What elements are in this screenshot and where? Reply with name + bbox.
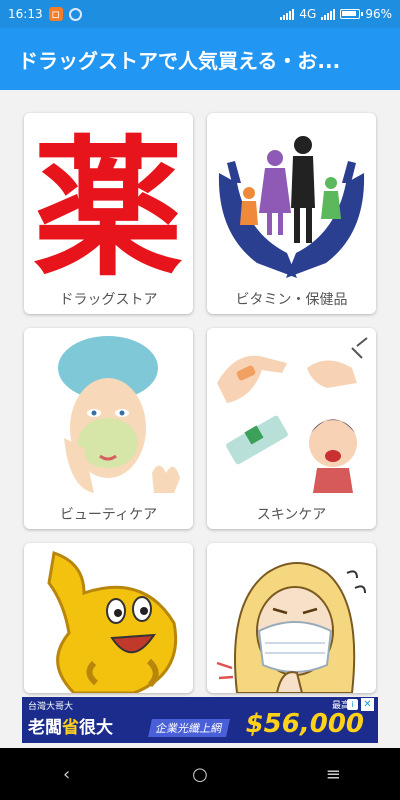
battery-icon	[340, 9, 364, 19]
category-label: スキンケア	[256, 507, 327, 523]
status-bar: 16:13 ロ 4G 96%	[0, 0, 400, 28]
category-label: ビタミン・保健品	[235, 292, 348, 308]
family-hands-icon	[218, 136, 365, 278]
category-card-vitamins[interactable]: ビタミン・保健品	[207, 113, 376, 314]
category-card-drugstore[interactable]: 薬 ドラッグストア	[24, 113, 193, 314]
network-type: 4G	[299, 7, 317, 21]
screen: 16:13 ロ 4G 96% ドラッグストアで人気買える・お... 薬 ドラッグ…	[0, 0, 400, 800]
app-bar: ドラッグストアで人気買える・お...	[0, 28, 400, 90]
ad-headline-badge: 省	[62, 718, 79, 738]
battery-level: 96%	[365, 7, 392, 21]
category-card-mask[interactable]	[207, 543, 376, 693]
ad-headline: 老闆省很大	[28, 713, 113, 738]
category-card-beauty[interactable]: ビューティケア	[24, 328, 193, 529]
recents-button[interactable]: ≡	[303, 764, 363, 785]
category-card-skincare[interactable]: スキンケア	[207, 328, 376, 529]
status-time: 16:13	[8, 7, 43, 21]
signal-icon-2	[321, 8, 336, 20]
category-label: ドラッグストア	[59, 292, 158, 308]
face-mask-woman-icon	[58, 336, 180, 493]
back-button[interactable]: ‹	[37, 764, 97, 785]
kanji-medicine-icon: 薬	[33, 123, 183, 283]
ad-headline-part2: 很大	[79, 718, 113, 738]
ad-headline-part1: 老闆	[28, 718, 62, 738]
ad-banner[interactable]: 台灣大哥大 老闆省很大 企業光纖上網 最高 $56,000 i ✕	[22, 697, 378, 743]
signal-icon	[280, 8, 295, 20]
category-label: ビューティケア	[59, 507, 158, 523]
status-right: 4G 96%	[280, 7, 392, 21]
status-left: 16:13 ロ	[8, 7, 82, 21]
mask-woman-icon	[216, 562, 366, 693]
page-title: ドラッグストアで人気買える・お...	[18, 48, 341, 73]
skin-care-icon	[217, 337, 368, 493]
ad-price: $56,000	[245, 709, 364, 739]
stomach-character-icon	[47, 551, 178, 693]
notification-app-icon: ロ	[48, 7, 63, 21]
category-card-stomach[interactable]	[24, 543, 193, 693]
home-button[interactable]: ○	[170, 764, 230, 785]
system-nav-bar: ‹ ○ ≡	[0, 748, 400, 800]
ad-info-icon[interactable]: i	[347, 699, 358, 710]
notification-circle-icon	[68, 7, 82, 21]
ad-close-icon[interactable]: ✕	[361, 698, 374, 711]
ad-subtitle: 企業光纖上網	[148, 719, 230, 737]
kanji-glyph: 薬	[33, 123, 183, 283]
ad-brand: 台灣大哥大	[28, 702, 74, 712]
